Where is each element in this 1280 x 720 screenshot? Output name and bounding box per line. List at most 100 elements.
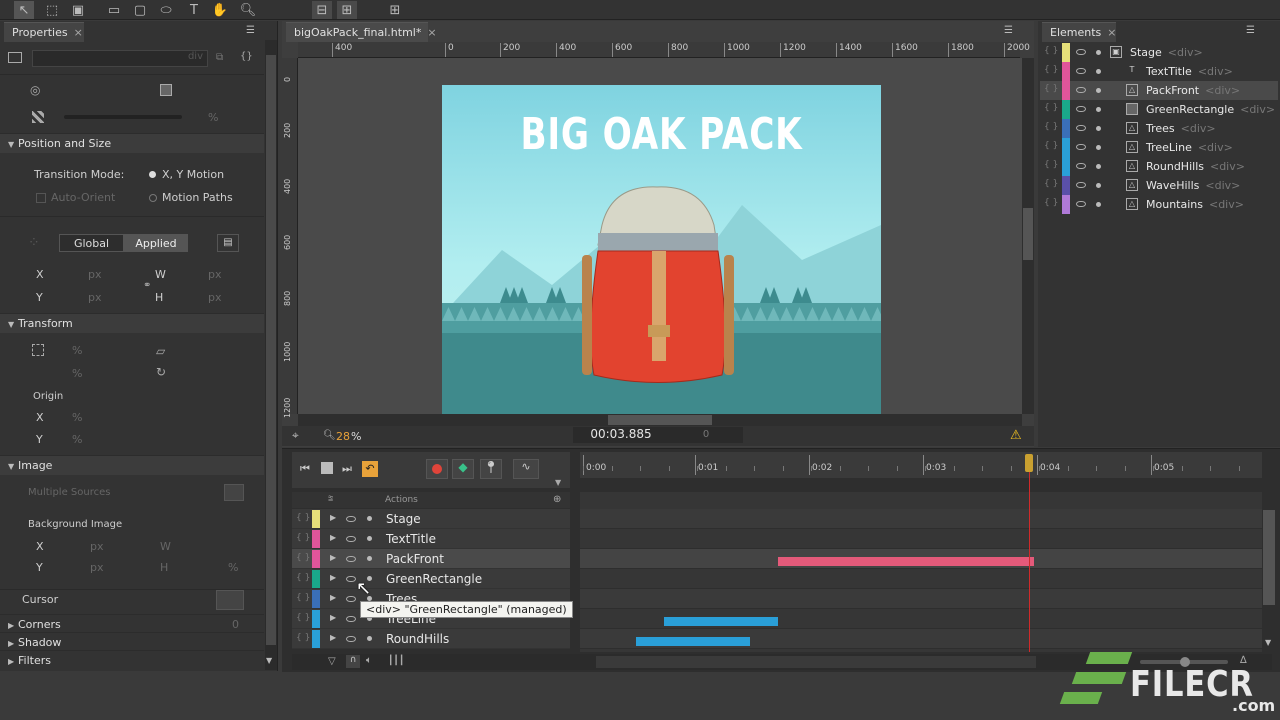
packfront-keyframe-bar[interactable] xyxy=(778,557,1034,566)
hand-icon[interactable]: ✋ xyxy=(210,1,230,19)
display-icon[interactable]: ◎ xyxy=(30,83,40,97)
lock-dot-icon[interactable] xyxy=(1096,183,1101,188)
overflow-icon[interactable] xyxy=(160,84,172,96)
timecode-field[interactable]: 00:03.885 xyxy=(573,427,669,443)
rectangle-icon[interactable]: ▭ xyxy=(104,1,124,19)
xy-motion-radio[interactable] xyxy=(149,171,156,178)
sources-button[interactable] xyxy=(224,484,244,501)
code-braces-icon[interactable]: { } xyxy=(1044,198,1058,208)
element-row-treeline[interactable]: { } △ TreeLine <div> xyxy=(1040,138,1278,157)
lock-dot-icon[interactable] xyxy=(1096,50,1101,55)
auto-orient-checkbox[interactable] xyxy=(36,193,46,203)
lock-dot-icon[interactable] xyxy=(1096,69,1101,74)
ellipse-icon[interactable]: ⬭ xyxy=(156,1,176,19)
roundhills-keyframe-bar[interactable] xyxy=(636,637,750,646)
code-braces-icon[interactable]: { } xyxy=(296,633,310,643)
lock-dot-icon[interactable] xyxy=(1096,145,1101,150)
lock-dot-icon[interactable] xyxy=(1096,107,1101,112)
eye-icon[interactable] xyxy=(1076,106,1086,112)
auto-transition-icon[interactable]: ◆ xyxy=(452,459,474,479)
properties-scroll-thumb[interactable] xyxy=(266,55,276,645)
code-braces-icon[interactable]: { } xyxy=(1044,160,1058,170)
expand-arrow-icon[interactable]: ▶ xyxy=(330,573,336,582)
panel-menu-icon[interactable]: ☰ xyxy=(1004,25,1013,36)
eye-icon[interactable] xyxy=(1076,201,1086,207)
units-icon[interactable]: ▤ xyxy=(217,234,239,252)
audio-icon[interactable]: 🔈︎ xyxy=(366,655,372,666)
transform-icon[interactable]: ⬚ xyxy=(42,1,62,19)
pin-icon[interactable]: 📍︎ xyxy=(480,459,502,479)
code-braces-icon[interactable]: { } xyxy=(1044,179,1058,189)
stop-icon[interactable] xyxy=(321,462,333,474)
close-icon[interactable]: × xyxy=(74,26,83,39)
section-transform[interactable]: ▼ Transform xyxy=(0,313,264,333)
code-braces-icon[interactable]: { } xyxy=(1044,46,1058,56)
clip-icon[interactable]: ▣ xyxy=(68,1,88,19)
timeline-row-roundhills[interactable]: { } ▶ RoundHills xyxy=(292,629,570,649)
element-row-roundhills[interactable]: { } △ RoundHills <div> xyxy=(1040,157,1278,176)
code-braces-icon[interactable]: { } xyxy=(296,513,310,523)
lock-dot-icon[interactable] xyxy=(1096,126,1101,131)
code-braces-icon[interactable]: { } xyxy=(296,553,310,563)
section-corners[interactable]: ▶ Corners 0 xyxy=(0,614,264,634)
timeline-row-texttitle[interactable]: { } ▶ TextTitle xyxy=(292,529,570,549)
link-icon[interactable]: ⧉ xyxy=(216,52,223,63)
code-braces-icon[interactable]: { } xyxy=(296,593,310,603)
expand-arrow-icon[interactable]: ▶ xyxy=(330,613,336,622)
element-row-packfront[interactable]: { } △ PackFront <div> xyxy=(1040,81,1278,100)
panel-menu-icon[interactable]: ☰ xyxy=(1246,25,1255,36)
eye-icon[interactable] xyxy=(1076,144,1086,150)
code-braces-icon[interactable]: { } xyxy=(296,573,310,583)
eye-icon[interactable] xyxy=(1076,49,1086,55)
element-row-greenrectangle[interactable]: { } GreenRectangle <div> xyxy=(1040,100,1278,119)
rounded-rectangle-icon[interactable]: ▢ xyxy=(130,1,150,19)
timeline-vscroll-thumb[interactable] xyxy=(1263,510,1275,605)
document-tab[interactable]: bigOakPack_final.html* × xyxy=(286,22,437,42)
treeline-keyframe-bar[interactable] xyxy=(664,617,778,626)
zoom-icon[interactable]: 🔍︎ xyxy=(323,430,336,441)
close-icon[interactable]: × xyxy=(1107,26,1116,39)
chevron-down-icon[interactable]: ▼ xyxy=(555,478,561,487)
eye-icon[interactable] xyxy=(1076,87,1086,93)
expand-arrow-icon[interactable]: ▶ xyxy=(330,513,336,522)
eye-icon[interactable] xyxy=(346,616,356,622)
warning-icon[interactable]: ⚠ xyxy=(1010,428,1022,443)
eye-icon[interactable] xyxy=(346,536,356,542)
expand-arrow-icon[interactable]: ▶ xyxy=(330,633,336,642)
close-icon[interactable]: × xyxy=(427,26,436,39)
playhead-handle[interactable] xyxy=(1025,454,1033,472)
lock-dot-icon[interactable] xyxy=(367,636,372,641)
eye-icon[interactable] xyxy=(346,596,356,602)
filter-icon[interactable]: ⩰ xyxy=(328,494,333,504)
auto-keyframe-icon[interactable] xyxy=(426,459,448,479)
go-to-start-icon[interactable]: ⏮ xyxy=(300,462,310,476)
code-braces-icon[interactable]: {} xyxy=(240,51,253,62)
eye-icon[interactable] xyxy=(1076,163,1086,169)
magnet-icon[interactable]: ∩ xyxy=(346,655,360,668)
section-image[interactable]: ▼ Image xyxy=(0,455,264,475)
element-id-field[interactable]: div xyxy=(32,50,208,67)
opacity-slider[interactable] xyxy=(64,115,182,119)
lock-dot-icon[interactable] xyxy=(367,516,372,521)
lock-dot-icon[interactable] xyxy=(367,556,372,561)
code-braces-icon[interactable]: { } xyxy=(1044,84,1058,94)
eye-icon[interactable] xyxy=(1076,68,1086,74)
timeline-row-packfront[interactable]: { } ▶ PackFront xyxy=(292,549,570,569)
applied-button[interactable]: Applied xyxy=(124,234,188,252)
scroll-down-icon[interactable]: ▼ xyxy=(1265,638,1271,647)
elements-tab[interactable]: Elements × xyxy=(1042,22,1117,42)
lock-dot-icon[interactable] xyxy=(1096,202,1101,207)
code-braces-icon[interactable]: { } xyxy=(1044,122,1058,132)
eye-icon[interactable] xyxy=(1076,182,1086,188)
eye-icon[interactable] xyxy=(346,516,356,522)
expand-arrow-icon[interactable]: ▶ xyxy=(330,553,336,562)
cursor-picker[interactable] xyxy=(216,590,244,610)
element-row-wavehills[interactable]: { } △ WaveHills <div> xyxy=(1040,176,1278,195)
return-icon[interactable]: ↶ xyxy=(362,461,378,477)
panel-menu-icon[interactable]: ☰ xyxy=(246,25,255,36)
grid-icon[interactable]: ⊞ xyxy=(385,1,405,19)
element-row-mountains[interactable]: { } △ Mountains <div> xyxy=(1040,195,1278,214)
section-filters[interactable]: ▶ Filters xyxy=(0,650,264,670)
zoom-value[interactable]: 28 xyxy=(336,430,350,443)
filter-icon[interactable]: ▽ xyxy=(328,656,336,667)
